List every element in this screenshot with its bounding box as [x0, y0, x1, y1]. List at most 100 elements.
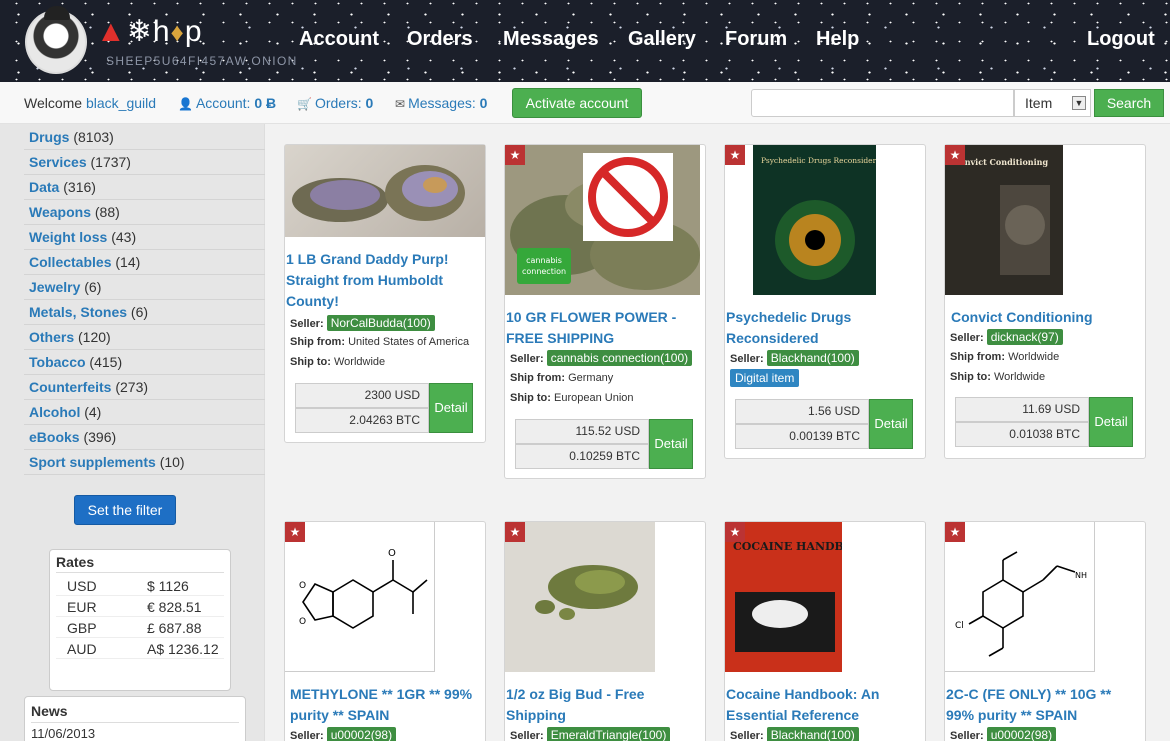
star-icon[interactable]: ★ [285, 522, 305, 542]
seller-badge[interactable]: dicknack(97) [986, 329, 1063, 345]
category-weapons[interactable]: Weapons (88) [24, 200, 265, 225]
category-name[interactable]: Weight loss [29, 229, 107, 245]
product-image[interactable]: O O O [285, 522, 435, 672]
logout-link[interactable]: Logout [1087, 28, 1155, 51]
detail-button[interactable]: Detail [869, 399, 913, 449]
product-image[interactable]: COCAINE HANDBOOK [725, 522, 842, 672]
category-data[interactable]: Data (316) [24, 175, 265, 200]
nav-gallery[interactable]: Gallery [628, 28, 696, 51]
product-image[interactable] [505, 522, 655, 672]
rate-currency: AUD [67, 641, 97, 657]
category-drugs[interactable]: Drugs (8103) [24, 125, 265, 150]
category-name[interactable]: Sport supplements [29, 454, 156, 470]
product-title[interactable]: Cocaine Handbook: An Essential Reference [726, 684, 922, 726]
ship-to-value: European Union [554, 392, 634, 404]
detail-button[interactable]: Detail [649, 419, 693, 469]
star-icon[interactable]: ★ [945, 145, 965, 165]
product-image[interactable]: Cl NH [945, 522, 1095, 672]
seller-badge[interactable]: cannabis connection(100) [546, 350, 693, 366]
category-name[interactable]: Services [29, 154, 87, 170]
rate-value: € 828.51 [147, 599, 202, 615]
category-jewelry[interactable]: Jewelry (6) [24, 275, 265, 300]
product-image[interactable]: cannabis connection [505, 145, 700, 295]
star-icon[interactable]: ★ [505, 145, 525, 165]
seller-badge[interactable]: u00002(98) [986, 727, 1057, 741]
nav-help[interactable]: Help [816, 28, 859, 51]
category-name[interactable]: Counterfeits [29, 379, 111, 395]
category-weight-loss[interactable]: Weight loss (43) [24, 225, 265, 250]
product-title[interactable]: 1 LB Grand Daddy Purp! Straight from Hum… [286, 249, 482, 312]
search-input[interactable] [751, 89, 1014, 117]
seller-badge[interactable]: EmeraldTriangle(100) [546, 727, 671, 741]
seller-badge[interactable]: u00002(98) [326, 727, 397, 741]
category-alcohol[interactable]: Alcohol (4) [24, 400, 265, 425]
news-date[interactable]: 11/06/2013 [31, 726, 239, 741]
category-name[interactable]: Others [29, 329, 74, 345]
nav-forum[interactable]: Forum [725, 28, 787, 51]
product-title[interactable]: METHYLONE ** 1GR ** 99% purity ** SPAIN [290, 684, 486, 726]
category-counterfeits[interactable]: Counterfeits (273) [24, 375, 265, 400]
user-bar: Welcome black_guild 👤 Account: 0 Ƀ 🛒 Order… [0, 82, 1170, 124]
seller-badge[interactable]: Blackhand(100) [766, 727, 859, 741]
category-name[interactable]: Jewelry [29, 279, 80, 295]
seller-badge[interactable]: Blackhand(100) [766, 350, 859, 366]
category-name[interactable]: Alcohol [29, 404, 80, 420]
product-title[interactable]: Psychedelic Drugs Reconsidered [726, 307, 922, 349]
product-card[interactable]: ★ Cl NH 2C-C (FE ONLY) ** 10G ** 99% pur… [944, 521, 1146, 741]
category-name[interactable]: Weapons [29, 204, 91, 220]
category-ebooks[interactable]: eBooks (396) [24, 425, 265, 450]
product-title[interactable]: Convict Conditioning [951, 307, 1147, 328]
seller-badge[interactable]: NorCalBudda(100) [326, 315, 435, 331]
product-title[interactable]: 10 GR FLOWER POWER - FREE SHIPPING [506, 307, 702, 349]
nav-messages[interactable]: Messages [503, 28, 599, 51]
sheep-logo-icon[interactable] [25, 6, 87, 74]
account-label[interactable]: Account: [196, 95, 250, 111]
category-name[interactable]: Collectables [29, 254, 111, 270]
category-tobacco[interactable]: Tobacco (415) [24, 350, 265, 375]
account-balance[interactable]: 👤 Account: 0 Ƀ [178, 95, 276, 111]
product-card[interactable]: ★ 1/2 oz Big Bud - Free Shipping Seller:… [504, 521, 706, 741]
detail-button[interactable]: Detail [429, 383, 473, 433]
product-card[interactable]: ★ cannabis connection 10 GR FLOWER POWER… [504, 144, 706, 479]
product-card[interactable]: ★ Psychedelic Drugs Reconsidered Psyched… [724, 144, 926, 459]
detail-button[interactable]: Detail [1089, 397, 1133, 447]
ship-from-label: Ship from: [510, 372, 565, 384]
molecule-structure-icon: O O O [299, 548, 428, 629]
product-image[interactable]: Convict Conditioning [945, 145, 1063, 295]
category-name[interactable]: Drugs [29, 129, 69, 145]
orders-count[interactable]: 🛒 Orders: 0 [297, 95, 373, 111]
search-type-select[interactable]: Item ▼ [1014, 89, 1091, 117]
star-icon[interactable]: ★ [945, 522, 965, 542]
product-image[interactable]: Psychedelic Drugs Reconsidered [753, 145, 876, 295]
messages-label[interactable]: Messages: [408, 95, 476, 111]
orders-label[interactable]: Orders: [315, 95, 362, 111]
messages-count[interactable]: ✉ Messages: 0 [395, 95, 487, 111]
category-name[interactable]: Data [29, 179, 59, 195]
category-collectables[interactable]: Collectables (14) [24, 250, 265, 275]
product-card[interactable]: ★ O O O METHYLONE ** 1GR ** 99% purity *… [284, 521, 486, 741]
star-icon[interactable]: ★ [725, 145, 745, 165]
category-sport-supplements[interactable]: Sport supplements (10) [24, 450, 265, 475]
search-button[interactable]: Search [1094, 89, 1164, 117]
activate-account-button[interactable]: Activate account [512, 88, 642, 118]
username-link[interactable]: black_guild [86, 95, 156, 111]
product-title[interactable]: 2C-C (FE ONLY) ** 10G ** 99% purity ** S… [946, 684, 1142, 726]
set-filter-button[interactable]: Set the filter [74, 495, 176, 525]
product-card[interactable]: ★ Convict Conditioning Convict Condition… [944, 144, 1146, 459]
category-metals-stones[interactable]: Metals, Stones (6) [24, 300, 265, 325]
star-icon[interactable]: ★ [725, 522, 745, 542]
category-others[interactable]: Others (120) [24, 325, 265, 350]
shop-logo[interactable]: ▲❄h♦p [96, 14, 226, 48]
star-icon[interactable]: ★ [505, 522, 525, 542]
chevron-down-icon[interactable]: ▼ [1072, 96, 1086, 110]
category-name[interactable]: Tobacco [29, 354, 86, 370]
category-services[interactable]: Services (1737) [24, 150, 265, 175]
category-name[interactable]: eBooks [29, 429, 80, 445]
nav-account[interactable]: Account [299, 28, 379, 51]
product-card[interactable]: ★ COCAINE HANDBOOK Cocaine Handbook: An … [724, 521, 926, 741]
product-image[interactable] [285, 145, 485, 237]
product-title[interactable]: 1/2 oz Big Bud - Free Shipping [506, 684, 702, 726]
nav-orders[interactable]: Orders [407, 28, 473, 51]
category-name[interactable]: Metals, Stones [29, 304, 127, 320]
product-card[interactable]: 1 LB Grand Daddy Purp! Straight from Hum… [284, 144, 486, 443]
